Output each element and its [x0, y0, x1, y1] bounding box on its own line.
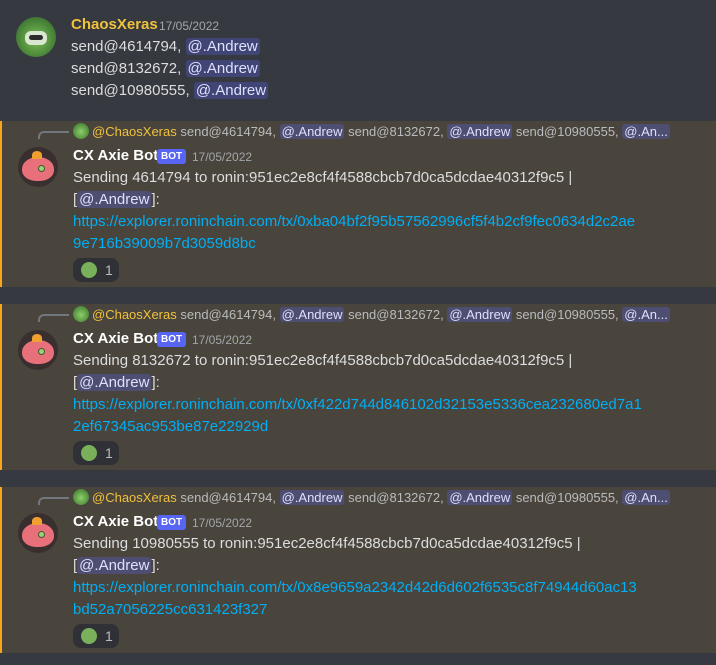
- transaction-link[interactable]: https://explorer.roninchain.com/tx/0xba0…: [73, 212, 635, 232]
- reaction-button[interactable]: 1: [73, 258, 119, 282]
- bot-badge: BOT: [157, 332, 187, 347]
- reply-preview[interactable]: @ChaosXeras send@4614794, @.Andrew send@…: [73, 489, 673, 507]
- reaction-button[interactable]: 1: [73, 624, 119, 648]
- bot-avatar[interactable]: [18, 147, 58, 187]
- message-line: send@10980555, @.Andrew: [71, 82, 269, 99]
- reaction-button[interactable]: 1: [73, 441, 119, 465]
- username[interactable]: CX Axie Bot: [73, 147, 158, 164]
- reply-spine: [38, 497, 69, 505]
- username[interactable]: ChaosXeras: [71, 16, 158, 33]
- timestamp: 17/05/2022: [192, 150, 253, 164]
- bot-badge: BOT: [157, 515, 187, 530]
- message-line: Sending 8132672 to ronin:951ec2e8cf4f458…: [73, 352, 573, 369]
- username[interactable]: CX Axie Bot: [73, 330, 158, 347]
- message-line: send@4614794, @.Andrew: [71, 38, 260, 55]
- mention-andrew[interactable]: @.Andrew: [185, 38, 260, 55]
- reply-preview[interactable]: @ChaosXeras send@4614794, @.Andrew send@…: [73, 123, 673, 141]
- message-line: [@.Andrew]:: [73, 374, 160, 391]
- green-circle-icon: [81, 262, 97, 278]
- reply-avatar-icon: [73, 123, 89, 139]
- reply-preview[interactable]: @ChaosXeras send@4614794, @.Andrew send@…: [73, 306, 673, 324]
- chaosxeras-avatar[interactable]: [16, 17, 56, 57]
- message-line: Sending 10980555 to ronin:951ec2e8cf4f45…: [73, 535, 581, 552]
- mention-andrew[interactable]: @.Andrew: [77, 191, 152, 208]
- green-circle-icon: [81, 445, 97, 461]
- reaction-count: 1: [105, 628, 113, 644]
- message-chaosxeras: ChaosXeras 17/05/2022 send@4614794, @.An…: [0, 0, 716, 113]
- transaction-link-continued[interactable]: bd52a7056225cc631423f327: [73, 600, 267, 620]
- bot-reply-message: @ChaosXeras send@4614794, @.Andrew send@…: [0, 304, 716, 470]
- mention-andrew[interactable]: @.Andrew: [185, 60, 260, 77]
- username[interactable]: CX Axie Bot: [73, 513, 158, 530]
- bot-badge: BOT: [157, 149, 187, 164]
- timestamp: 17/05/2022: [192, 516, 253, 530]
- timestamp: 17/05/2022: [192, 333, 253, 347]
- bot-reply-message: @ChaosXeras send@4614794, @.Andrew send@…: [0, 487, 716, 653]
- reply-spine: [38, 314, 69, 322]
- reply-avatar-icon: [73, 306, 89, 322]
- transaction-link[interactable]: https://explorer.roninchain.com/tx/0xf42…: [73, 395, 642, 415]
- green-circle-icon: [81, 628, 97, 644]
- message-line: [@.Andrew]:: [73, 557, 160, 574]
- timestamp: 17/05/2022: [159, 19, 220, 33]
- transaction-link-continued[interactable]: 9e716b39009b7d3059d8bc: [73, 234, 256, 254]
- mention-andrew[interactable]: @.Andrew: [77, 557, 152, 574]
- reaction-count: 1: [105, 445, 113, 461]
- mention-andrew[interactable]: @.Andrew: [77, 374, 152, 391]
- transaction-link[interactable]: https://explorer.roninchain.com/tx/0x8e9…: [73, 578, 637, 598]
- mention-andrew[interactable]: @.Andrew: [193, 82, 269, 99]
- message-line: Sending 4614794 to ronin:951ec2e8cf4f458…: [73, 169, 573, 186]
- reaction-count: 1: [105, 262, 113, 278]
- reply-spine: [38, 131, 69, 139]
- message-line: send@8132672, @.Andrew: [71, 60, 260, 77]
- bot-avatar[interactable]: [18, 330, 58, 370]
- message-line: [@.Andrew]:: [73, 191, 160, 208]
- reply-avatar-icon: [73, 489, 89, 505]
- bot-avatar[interactable]: [18, 513, 58, 553]
- transaction-link-continued[interactable]: 2ef67345ac953be87e22929d: [73, 417, 268, 437]
- bot-reply-message: @ChaosXeras send@4614794, @.Andrew send@…: [0, 121, 716, 287]
